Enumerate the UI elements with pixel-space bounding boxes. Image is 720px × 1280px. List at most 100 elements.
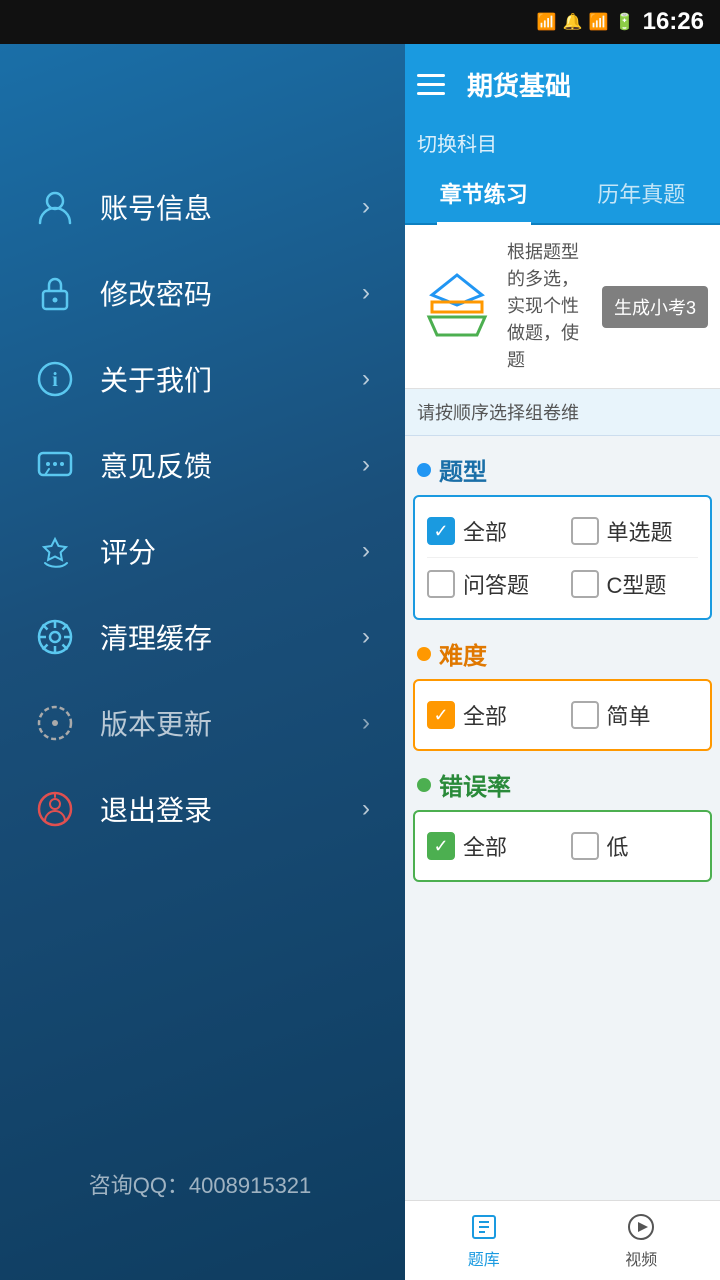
section-errorrate: 错误率 ✓ 全部 低 [405, 761, 720, 882]
sidebar-label-cache: 清理缓存 [100, 617, 362, 657]
checkbox-qa[interactable] [427, 570, 455, 598]
checkbox-all-err[interactable]: ✓ [427, 832, 455, 860]
hamburger-line [417, 83, 445, 86]
bottom-nav: 题库 视频 [405, 1200, 720, 1280]
option-row-all-err: ✓ 全部 低 [427, 820, 698, 872]
options-card-type: ✓ 全部 单选题 问答题 C型题 [413, 495, 712, 620]
checkbox-easy[interactable] [571, 701, 599, 729]
checkbox-all-type[interactable]: ✓ [427, 517, 455, 545]
section-difficulty: 难度 ✓ 全部 简单 [405, 630, 720, 751]
checkbox-ctype[interactable] [571, 570, 599, 598]
option-label-single: 单选题 [607, 515, 699, 547]
sidebar-item-feedback[interactable]: 意见反馈 › [0, 422, 400, 508]
dot-errorrate [417, 778, 431, 792]
tab-chapter[interactable]: 章节练习 [405, 163, 563, 223]
section-header-difficulty: 难度 [405, 630, 720, 679]
header-title: 期货基础 [467, 66, 708, 103]
battery-icon: 🔋 [615, 12, 635, 32]
info-bar: 请按顺序选择组卷维 [405, 389, 720, 436]
section-title-errorrate: 错误率 [439, 767, 511, 802]
sidebar-label-feedback: 意见反馈 [100, 445, 362, 485]
section-header-errorrate: 错误率 [405, 761, 720, 810]
sidebar-label-account: 账号信息 [100, 187, 362, 227]
account-icon [30, 182, 80, 232]
notification-icon: 🔔 [563, 12, 583, 32]
switch-label[interactable]: 切换科目 [417, 134, 497, 156]
status-time: 16:26 [643, 8, 704, 36]
signal-icon: 📶 [589, 12, 609, 32]
sidebar-item-about[interactable]: i 关于我们 › [0, 336, 400, 422]
status-bar: 📶 🔔 📶 🔋 16:26 [0, 0, 720, 44]
section-header-type: 题型 [405, 446, 720, 495]
banner-text: 根据题型的多选，实现个性做题，使题 [507, 239, 592, 374]
option-label-ctype: C型题 [607, 568, 699, 600]
sidebar-item-account[interactable]: 账号信息 › [0, 164, 400, 250]
arrow-icon: › [362, 709, 370, 737]
sub-header: 切换科目 [405, 124, 720, 163]
questions-icon [469, 1212, 499, 1242]
tab-bar: 章节练习 历年真题 [405, 163, 720, 225]
generate-button[interactable]: 生成小考3 [602, 286, 708, 328]
sidebar-label-password: 修改密码 [100, 273, 362, 313]
sidebar-item-rate[interactable]: 评分 › [0, 508, 400, 594]
option-row-all: ✓ 全部 单选题 [427, 505, 698, 557]
main-panel: 期货基础 切换科目 章节练习 历年真题 [405, 44, 720, 1280]
content-area: 根据题型的多选，实现个性做题，使题 生成小考3 请按顺序选择组卷维 题型 ✓ 全… [405, 225, 720, 1200]
option-label-all-diff: 全部 [463, 699, 555, 731]
rate-icon [30, 526, 80, 576]
hamburger-line [417, 74, 445, 77]
logout-icon [30, 784, 80, 834]
dot-type [417, 463, 431, 477]
option-row-qa: 问答题 C型题 [427, 557, 698, 610]
section-title-type: 题型 [439, 452, 487, 487]
option-label-all-type: 全部 [463, 515, 555, 547]
checkbox-all-diff[interactable]: ✓ [427, 701, 455, 729]
bottom-nav-questions[interactable]: 题库 [405, 1201, 563, 1280]
status-icons: 📶 🔔 📶 🔋 [537, 12, 635, 32]
bottom-nav-video[interactable]: 视频 [563, 1201, 720, 1280]
about-icon: i [30, 354, 80, 404]
arrow-icon: › [362, 193, 370, 221]
checkbox-low[interactable] [571, 832, 599, 860]
banner-logo [417, 267, 497, 347]
option-label-easy: 简单 [607, 699, 699, 731]
svg-text:i: i [52, 369, 58, 391]
tab-history[interactable]: 历年真题 [563, 163, 720, 223]
arrow-icon: › [362, 279, 370, 307]
dot-difficulty [417, 647, 431, 661]
hamburger-line [417, 92, 445, 95]
arrow-icon: › [362, 537, 370, 565]
main-header: 期货基础 [405, 44, 720, 124]
video-label: 视频 [625, 1246, 657, 1270]
questions-label: 题库 [468, 1246, 500, 1270]
sidebar: 账号信息 › 修改密码 › i 关于我们 › [0, 44, 400, 1280]
sidebar-footer: 咨询QQ：4008915321 [0, 1168, 400, 1200]
option-label-low: 低 [607, 830, 699, 862]
sidebar-item-cache[interactable]: 清理缓存 › [0, 594, 400, 680]
sidebar-label-logout: 退出登录 [100, 789, 362, 829]
arrow-icon: › [362, 451, 370, 479]
sidebar-item-logout[interactable]: 退出登录 › [0, 766, 400, 852]
arrow-icon: › [362, 795, 370, 823]
option-label-qa: 问答题 [463, 568, 555, 600]
banner-card: 根据题型的多选，实现个性做题，使题 生成小考3 [405, 225, 720, 389]
section-type: 题型 ✓ 全部 单选题 问答题 C型题 [405, 446, 720, 620]
video-icon [626, 1212, 656, 1242]
sidebar-item-update[interactable]: 版本更新 › [0, 680, 400, 766]
sidebar-label-rate: 评分 [100, 531, 362, 571]
option-label-all-err: 全部 [463, 830, 555, 862]
update-icon [30, 698, 80, 748]
sidebar-label-update: 版本更新 [100, 703, 362, 743]
options-card-errorrate: ✓ 全部 低 [413, 810, 712, 882]
options-card-difficulty: ✓ 全部 简单 [413, 679, 712, 751]
feedback-icon [30, 440, 80, 490]
arrow-icon: › [362, 623, 370, 651]
wifi-icon: 📶 [537, 12, 557, 32]
cache-icon [30, 612, 80, 662]
password-icon [30, 268, 80, 318]
option-row-all-diff: ✓ 全部 简单 [427, 689, 698, 741]
hamburger-button[interactable] [417, 64, 457, 104]
sidebar-item-password[interactable]: 修改密码 › [0, 250, 400, 336]
checkbox-single[interactable] [571, 517, 599, 545]
sidebar-label-about: 关于我们 [100, 359, 362, 399]
